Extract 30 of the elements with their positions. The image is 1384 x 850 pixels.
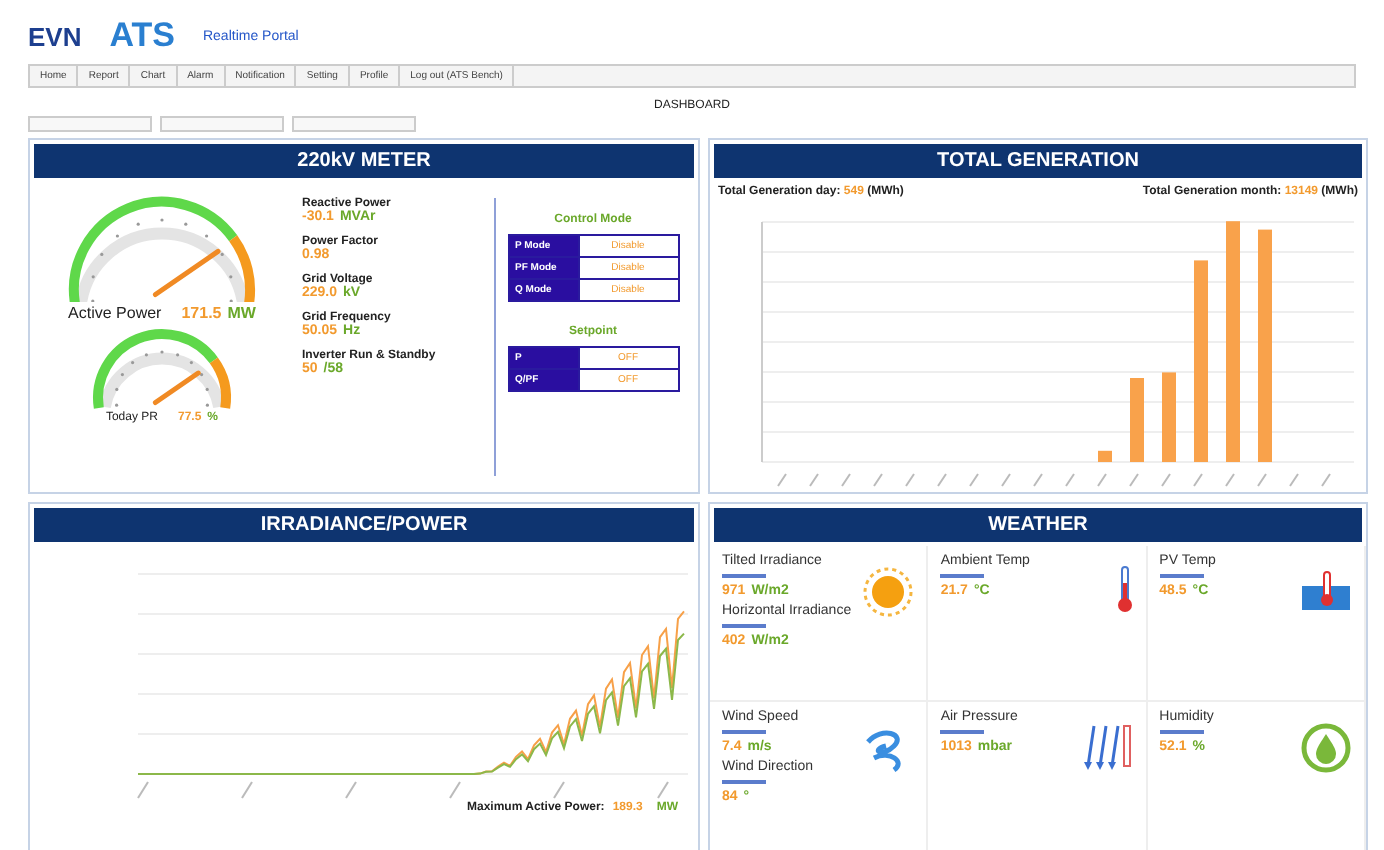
evn-logo: EVN [28,21,82,51]
gauge-label: Active Power [68,304,162,322]
filter-field[interactable] [28,116,152,132]
underline-bar [940,729,985,733]
underline-bar [1159,729,1204,733]
panel-title: 220kV METER [34,144,694,178]
chart-bar [1130,378,1144,462]
humidity-drop-icon [1300,721,1352,773]
chart-bar [1162,372,1176,462]
gauge-needle [152,370,201,406]
ats-logo: ATS [109,16,175,56]
underline-bar [722,779,766,783]
chart-bar [1098,450,1112,462]
underline-bar [722,729,766,733]
gauge-dial-drawing [93,329,231,409]
gauge-value: 171.5 [181,304,222,322]
panel-title: WEATHER [714,508,1362,542]
underline-bar [722,624,766,628]
gauge-needle [152,248,221,298]
underline-bar [940,574,985,578]
filter-field[interactable] [160,116,284,132]
sun-icon [862,566,915,618]
filter-field[interactable] [292,116,416,132]
underline-bar [722,574,766,578]
thermometer-icon [1115,566,1134,614]
panel-title: TOTAL GENERATION [714,144,1362,178]
panel-title: IRRADIANCE/POWER [34,508,694,542]
unit-text: MW [227,304,256,322]
pressure-arrows-icon [1081,721,1134,773]
underline-bar [1159,574,1204,578]
